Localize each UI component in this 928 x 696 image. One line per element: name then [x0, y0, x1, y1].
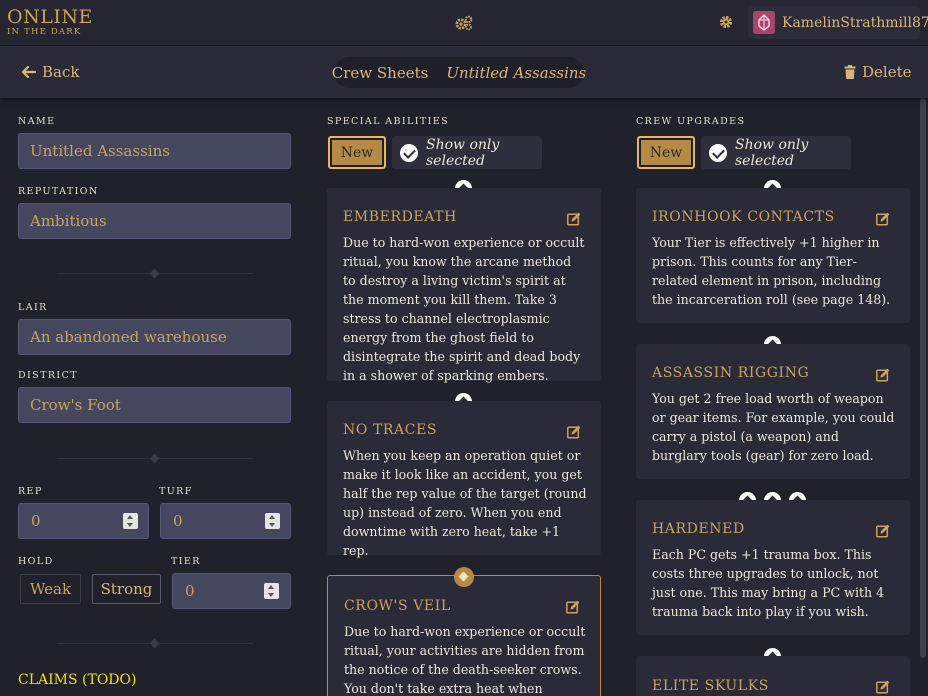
check-circle-icon [400, 143, 418, 162]
edit-icon[interactable] [567, 212, 581, 226]
scrollbar[interactable] [920, 98, 926, 696]
rep-value: 0 [31, 512, 41, 530]
ability-card-selected: CROW'S VEIL Due to hard-won experience o… [327, 575, 601, 696]
ability-description: Due to hard-won experience or occult rit… [343, 235, 585, 383]
ability-title: CROW'S VEIL [344, 598, 451, 614]
rep-input[interactable]: 0 [18, 503, 149, 539]
ability-description: Due to hard-won experience or occult rit… [344, 624, 586, 696]
edit-icon[interactable] [876, 680, 890, 694]
name-label: NAME [18, 116, 56, 127]
crystal-icon [758, 14, 770, 31]
ability-title: NO TRACES [343, 422, 438, 438]
ability-card: EMBERDEATH Due to hard-won experience or… [327, 188, 601, 383]
divider-ornament [149, 638, 160, 649]
top-bar: ONLINE IN THE DARK KamelinStrathmill877 [0, 0, 928, 46]
username: KamelinStrathmill877 [782, 15, 928, 31]
hold-label: HOLD [18, 556, 54, 567]
hold-weak-button[interactable]: Weak [20, 574, 81, 604]
tier-label: TIER [171, 556, 201, 567]
ability-select-toggle-selected[interactable] [454, 567, 474, 587]
delete-label: Delete [862, 63, 912, 81]
avatar [753, 11, 775, 34]
upgrade-card: IRONHOOK CONTACTS Your Tier is effective… [636, 188, 910, 323]
ability-description: When you keep an operation quiet or make… [343, 448, 587, 558]
name-input[interactable]: Untitled Assassins [18, 133, 291, 169]
divider-ornament [149, 268, 160, 279]
turf-stepper[interactable] [265, 513, 280, 529]
new-upgrade-button[interactable]: New [637, 136, 695, 169]
reputation-label: REPUTATION [18, 186, 99, 197]
gear-icon[interactable] [719, 15, 733, 29]
check-circle-icon [709, 143, 727, 162]
edit-icon[interactable] [876, 368, 890, 382]
upgrade-card: ASSASSIN RIGGING You get 2 free load wor… [636, 344, 910, 479]
logo-line-2: IN THE DARK [7, 27, 82, 37]
edit-icon[interactable] [566, 600, 580, 614]
rep-label: REP [18, 486, 43, 497]
back-button[interactable]: Back [22, 63, 79, 81]
upgrade-title: ELITE SKULKS [652, 678, 769, 694]
upgrade-description: Each PC gets +1 trauma box. This costs t… [652, 547, 885, 619]
new-ability-button[interactable]: New [328, 136, 386, 169]
user-menu[interactable]: KamelinStrathmill877 [748, 6, 928, 39]
logo-line-1: ONLINE [7, 6, 93, 28]
navigation-bar: Back Crew Sheets Untitled Assassins Dele… [0, 46, 928, 98]
upgrade-card: HARDENED Each PC gets +1 trauma box. Thi… [636, 500, 910, 635]
upgrade-card: ELITE SKULKS [636, 656, 910, 696]
hold-strong-button[interactable]: Strong [92, 574, 161, 604]
special-abilities-heading: SPECIAL ABILITIES [327, 116, 450, 127]
ability-card: NO TRACES When you keep an operation qui… [327, 401, 601, 558]
district-label: DISTRICT [18, 370, 78, 381]
turf-input[interactable]: 0 [160, 503, 291, 539]
arrow-left-icon [22, 66, 36, 78]
edit-icon[interactable] [567, 425, 581, 439]
ability-title: EMBERDEATH [343, 209, 457, 225]
rep-stepper[interactable] [123, 513, 138, 529]
lair-input[interactable]: An abandoned warehouse [18, 319, 291, 355]
scrollbar-thumb[interactable] [920, 98, 926, 658]
claims-heading: CLAIMS (TODO) [18, 672, 137, 688]
show-selected-upgrades-toggle[interactable]: Show only selected [701, 136, 851, 169]
edit-icon[interactable] [876, 212, 890, 226]
divider-ornament [149, 453, 160, 464]
show-selected-abilities-toggle[interactable]: Show only selected [392, 136, 542, 169]
tier-value: 0 [185, 582, 195, 600]
upgrade-title: IRONHOOK CONTACTS [652, 209, 835, 225]
turf-value: 0 [173, 512, 183, 530]
app-logo[interactable]: ONLINE IN THE DARK [7, 6, 93, 38]
trash-icon [844, 65, 856, 79]
delete-button[interactable]: Delete [844, 63, 911, 81]
crew-upgrades-heading: CREW UPGRADES [636, 116, 746, 127]
tier-stepper[interactable] [264, 583, 279, 599]
show-selected-label: Show only selected [426, 136, 500, 169]
lair-label: LAIR [18, 302, 48, 313]
breadcrumb: Crew Sheets Untitled Assassins [332, 57, 587, 88]
turf-label: TURF [159, 486, 193, 497]
edit-icon[interactable] [876, 524, 890, 538]
show-selected-label: Show only selected [735, 136, 809, 169]
breadcrumb-parent[interactable]: Crew Sheets [332, 64, 429, 82]
tier-input[interactable]: 0 [172, 573, 291, 609]
district-input[interactable]: Crow's Foot [18, 387, 291, 423]
upgrade-title: ASSASSIN RIGGING [652, 365, 810, 381]
cogs-icon[interactable] [455, 15, 473, 31]
upgrade-description: Your Tier is effectively +1 higher in pr… [652, 235, 891, 307]
upgrade-description: You get 2 free load worth of weapon or g… [652, 391, 895, 463]
breadcrumb-current: Untitled Assassins [446, 63, 587, 82]
upgrade-title: HARDENED [652, 521, 745, 537]
back-label: Back [42, 63, 80, 81]
reputation-select[interactable]: Ambitious [18, 203, 291, 239]
